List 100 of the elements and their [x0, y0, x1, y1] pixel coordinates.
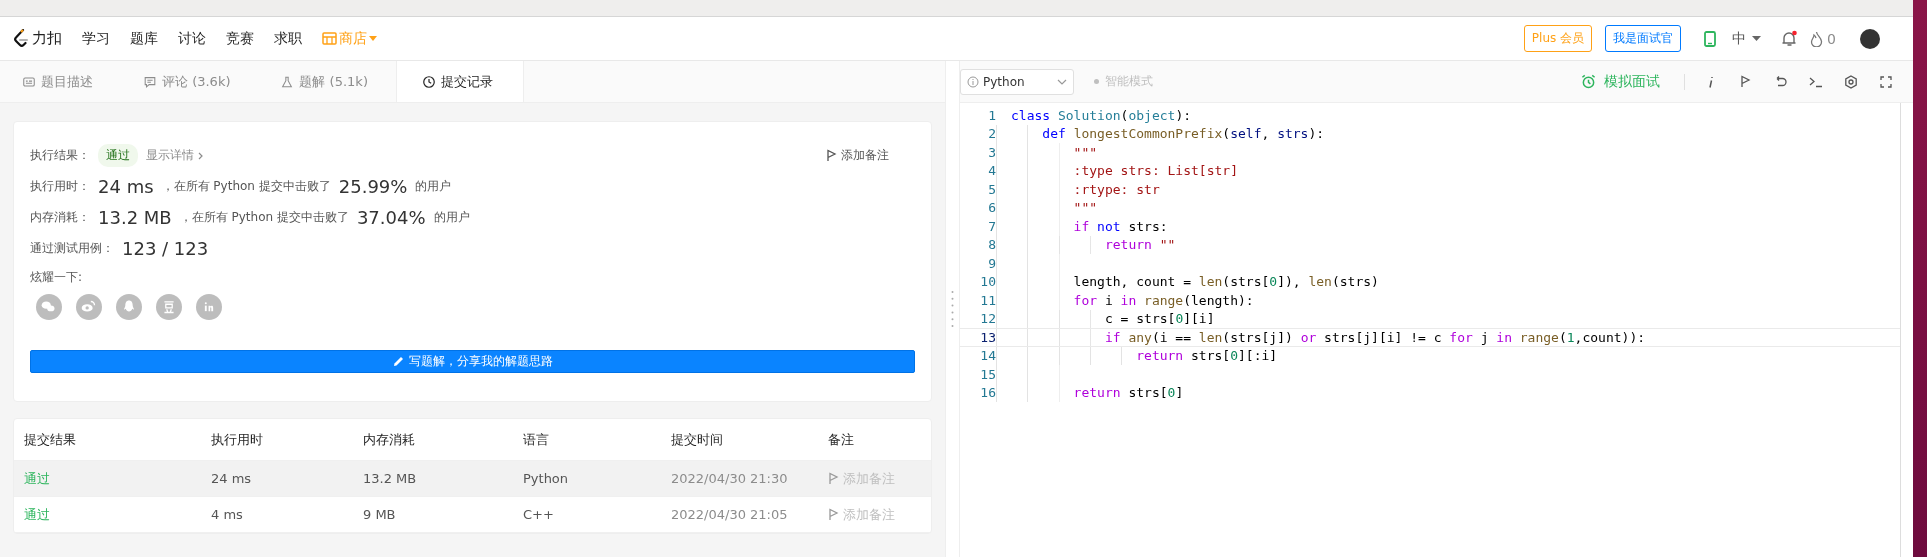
share-label: 炫耀一下: [30, 268, 83, 286]
code-line: if not strs: [1072, 218, 1168, 234]
stat-label: 执行用时： [30, 178, 90, 195]
table-cell-text: 24 ms [211, 471, 253, 486]
mock-interview-button[interactable]: 模拟面试 [1575, 71, 1666, 92]
logo-icon[interactable] [13, 28, 29, 49]
code-line: return strs[0] [1072, 385, 1184, 401]
info-icon [967, 75, 979, 88]
caret-icon [1752, 36, 1762, 41]
table-cell-text: C++ [523, 507, 555, 522]
stat-label: 内存消耗： [30, 209, 90, 226]
logo-text[interactable]: 力扣 [32, 29, 62, 48]
nav-link[interactable]: 竞赛 [226, 29, 254, 48]
stat-suffix: 的用户 [415, 178, 452, 195]
phone-icon[interactable] [1704, 30, 1717, 47]
code-line: """ [1072, 200, 1098, 216]
tests-value: 123 / 123 [122, 238, 209, 259]
line-number: 6 [987, 200, 997, 216]
description-icon [22, 74, 36, 89]
table-cell-text: 4 ms [211, 507, 244, 522]
line-number: 8 [987, 237, 997, 253]
nav-link[interactable]: 求职 [274, 29, 302, 48]
table-cell-text: 2022/04/30 21:30 [671, 471, 789, 486]
flag-icon [826, 149, 837, 162]
status-link[interactable]: 通过 [24, 469, 211, 488]
code-line: :rtype: str [1072, 181, 1160, 197]
stat-suffix: 的用户 [433, 209, 470, 226]
line-number: 15 [979, 366, 997, 382]
settings-icon[interactable] [1843, 74, 1858, 89]
tab[interactable]: 题目描述 [0, 61, 121, 102]
column-header: 执行用时 [211, 430, 264, 449]
flag-icon [1740, 75, 1751, 88]
language-dropdown[interactable]: Python [960, 68, 1074, 95]
line-number: 13 [979, 329, 997, 345]
stat-text: ，在所有 Python 提交中击败了 [179, 209, 349, 226]
clock-icon [421, 74, 436, 89]
column-header: 语言 [523, 430, 550, 449]
code-line: for i in range(length): [1072, 292, 1254, 308]
pencil-icon [392, 356, 404, 367]
table-cell-text: 9 MB [363, 507, 397, 522]
line-number: 4 [987, 163, 997, 179]
code-line: if any(i == len(strs[j]) or strs[j][i] != c for j in range(1,count)): [1103, 329, 1646, 345]
nav-link[interactable]: 讨论 [178, 29, 206, 48]
code-line: :type strs: List[str] [1072, 163, 1238, 179]
terminal-icon[interactable] [1808, 75, 1823, 88]
caret-icon [369, 36, 377, 41]
code-line: def longestCommonPrefix(self, strs): [1041, 126, 1325, 142]
line-number: 7 [987, 218, 997, 234]
fullscreen-icon[interactable] [1879, 75, 1892, 88]
tests-label: 通过测试用例： [30, 240, 114, 257]
flag-icon [828, 508, 839, 521]
tab[interactable]: 评论 (3.6k) [121, 61, 259, 102]
stat-value: 24 ms [98, 176, 154, 197]
language-selector[interactable]: 中 [1732, 29, 1747, 48]
line-number: 3 [987, 144, 997, 160]
stat-text: ，在所有 Python 提交中击败了 [161, 178, 331, 195]
table-cell-text: 13.2 MB [363, 471, 418, 486]
line-number: 10 [979, 274, 997, 290]
bell-icon[interactable] [1781, 30, 1799, 47]
code-line: class Solution(object): [1011, 107, 1192, 123]
chevron-icon [198, 151, 203, 160]
nav-link[interactable]: 学习 [82, 29, 110, 48]
line-number: 14 [979, 348, 997, 364]
write-solution-button[interactable]: 写题解，分享我的解题思路 [30, 350, 915, 373]
tab[interactable]: 提交记录 [395, 61, 524, 102]
flame-icon [1810, 30, 1824, 47]
code-line: length, count = len(strs[0]), len(strs) [1072, 274, 1379, 290]
column-header: 内存消耗 [363, 430, 416, 449]
comment-icon [143, 74, 157, 89]
table-cell-text: Python [523, 471, 570, 486]
status-badge: 通过 [98, 144, 138, 167]
avatar[interactable] [1860, 28, 1880, 49]
column-header: 提交时间 [671, 430, 724, 449]
details-link[interactable]: 显示详情 [146, 147, 194, 164]
nav-link[interactable]: 题库 [130, 29, 158, 48]
tab[interactable]: 题解 (5.1k) [258, 61, 396, 102]
flag-icon [828, 472, 839, 485]
status-link[interactable]: 通过 [24, 505, 211, 524]
store-icon [322, 32, 337, 45]
alarm-clock-icon [1581, 74, 1596, 89]
table-cell-text: 2022/04/30 21:05 [671, 507, 789, 522]
line-number: 12 [979, 311, 997, 327]
interviewer-button[interactable]: 我是面试官 [1605, 25, 1682, 52]
code-line: """ [1072, 144, 1098, 160]
submission-row[interactable]: 通过 4 ms 9 MB C++ 2022/04/30 21:05 添加备注 [14, 497, 931, 533]
line-number: 9 [987, 255, 997, 271]
line-number: 2 [987, 126, 997, 142]
line-number: 16 [979, 385, 997, 401]
stat-percent: 37.04% [356, 207, 426, 228]
chevron-down-icon [1057, 78, 1067, 85]
stat-value: 13.2 MB [98, 207, 172, 228]
info-icon[interactable] [1707, 74, 1714, 89]
column-header: 提交结果 [24, 430, 77, 449]
line-number: 1 [987, 107, 997, 123]
add-note-button[interactable]: 添加备注 [820, 146, 895, 165]
line-number: 5 [987, 181, 997, 197]
undo-icon[interactable] [1774, 75, 1787, 88]
drag-handle-icon[interactable] [951, 289, 954, 329]
line-number: 11 [979, 292, 997, 308]
code-line: c = strs[0][i] [1103, 311, 1215, 327]
